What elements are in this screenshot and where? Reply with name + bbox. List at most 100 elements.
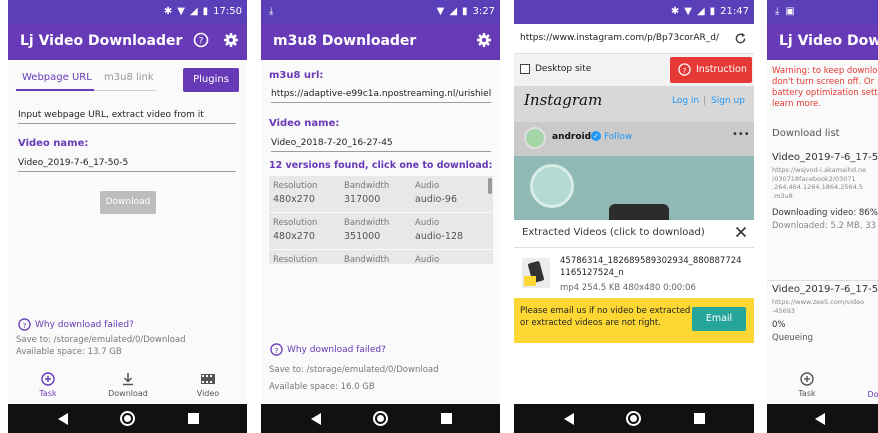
bottom-tab-video[interactable]: Video [190,372,226,398]
back-icon[interactable] [58,413,68,425]
status-bar: ✱ ▼ ◢ ▮ 21:47 [514,0,754,24]
video-name-input[interactable]: Video_2019-7-6_17-50-5 [18,158,236,172]
help-circle-icon: ? [270,343,283,356]
bandwidth-value: 317000 [344,194,381,205]
back-icon[interactable] [311,413,321,425]
bandwidth-value: 351000 [344,231,381,242]
instagram-logo: Instagram [524,91,603,109]
login-link[interactable]: Log in [672,96,699,106]
verified-badge-icon: ✓ [591,131,601,141]
film-icon [201,374,215,384]
bottom-tab-download[interactable]: Download [108,372,148,398]
webpage-url-input[interactable]: Input webpage URL, extract video from it [18,110,236,124]
bottom-tab-task[interactable]: Task [789,372,825,398]
video-name-label: Video name: [18,138,89,149]
recents-icon[interactable] [694,413,705,424]
tab-webpage-url[interactable]: Webpage URL [22,72,92,83]
app-bar: Lj Video Downloader ? [8,24,247,60]
battery-warning-text: Warning: to keep downlo don't turn scree… [772,66,878,109]
phone-screen-video-downloader: ✱ ▼ ◢ ▮ 17:50 Lj Video Downloader ? Webp… [8,0,247,433]
divider [767,280,878,281]
svg-text:?: ? [199,37,204,47]
refresh-icon[interactable] [734,32,747,45]
save-to-path: Save to: /storage/emulated/0/Download [269,365,439,375]
account-name[interactable]: android [552,132,591,142]
video-id-line1[interactable]: 45786314_182689589302934_880887724 [560,256,742,266]
table-scrollbar[interactable] [488,178,492,194]
signup-link[interactable]: Sign up [711,96,745,106]
system-navigation-bar [767,404,878,433]
m3u8-url-input[interactable]: https://adaptive-e99c1a.npostreaming.nl/… [271,89,491,103]
audio-header: Audio [415,181,440,191]
home-icon[interactable] [626,411,641,426]
email-button[interactable]: Email [692,307,746,331]
more-options-icon[interactable]: ••• [732,129,750,140]
url-text[interactable]: https://www.instagram.com/p/Bp73corAR_d/ [520,33,719,43]
resolution-value: 480x270 [273,194,315,205]
tab-m3u8-link[interactable]: m3u8 link [104,72,154,83]
phone-shape [609,204,669,220]
avatar[interactable] [524,127,546,149]
versions-found-text: 12 versions found, click one to download… [269,160,493,171]
system-navigation-bar [261,404,500,433]
bottom-tab-download-label: Download [108,389,148,398]
svg-text:?: ? [275,346,279,355]
battery-icon: ▮ [462,6,468,17]
bottom-tab-download-label: Do [867,390,878,399]
status-bar: ⤓ ▼ ◢ ▮ 3:27 [261,0,500,24]
settings-gear-icon[interactable] [476,32,492,48]
version-row[interactable]: Resolution 480x270 Bandwidth 351000 Audio a… [269,213,493,249]
audio-value: audio-128 [415,231,464,242]
add-circle-icon [800,372,814,386]
close-icon[interactable] [735,226,747,238]
bottom-tab-task[interactable]: Task [30,372,66,398]
video-thumbnail[interactable] [522,258,550,288]
download-button[interactable]: Download [100,191,156,214]
settings-gear-icon[interactable] [223,32,239,48]
download-item-status: Downloading video: 86% [772,208,878,218]
signal-icon: ◢ [449,6,458,17]
download-item-percent: 0% [772,320,786,330]
app-title: Lj Video Downloa [779,33,878,49]
download-item-name[interactable]: Video_2019-7-6_17-5 [772,152,878,163]
plugins-button[interactable]: Plugins [183,68,239,92]
bandwidth-header: Bandwidth [344,218,390,228]
signal-icon: ◢ [696,6,705,17]
svg-text:?: ? [23,321,27,330]
bottom-tab-download[interactable]: Do [863,390,878,399]
desktop-site-checkbox[interactable] [520,64,530,74]
phone-screen-m3u8-downloader: ⤓ ▼ ◢ ▮ 3:27 m3u8 Downloader m3u8 url: h… [261,0,500,433]
svg-text:?: ? [683,66,687,75]
why-download-failed-link[interactable]: Why download failed? [35,320,134,330]
phone-screen-download-list: ⤓ ▣ Lj Video Downloa Warning: to keep do… [767,0,878,433]
back-icon[interactable] [815,413,825,425]
video-name-label: Video name: [269,118,340,129]
status-time: 17:50 [213,6,242,17]
follow-link[interactable]: Follow [604,132,632,142]
version-row[interactable]: Resolution Bandwidth Audio [269,250,493,264]
recents-icon[interactable] [441,413,452,424]
help-icon[interactable]: ? [193,32,209,48]
version-row[interactable]: Resolution 480x270 Bandwidth 317000 Audio a… [269,176,493,212]
image-notification-icon: ▣ [785,6,795,17]
divider-pipe: | [703,96,707,106]
download-notification-icon: ⤓ [269,6,274,17]
home-icon[interactable] [373,411,388,426]
bluetooth-icon: ✱ [163,6,173,17]
video-id-line2[interactable]: 1165127524_n [560,268,624,278]
video-name-input[interactable]: Video_2018-7-20_16-27-45 [271,138,491,152]
video-meta: mp4 254.5 KB 480x480 0:00:06 [560,283,696,293]
instruction-button[interactable]: ? Instruction [670,57,752,83]
download-item-name[interactable]: Video_2019-7-6_17-5 [772,284,878,295]
why-download-failed-link[interactable]: Why download failed? [287,345,386,355]
divider [514,247,754,248]
help-circle-icon: ? [678,63,691,76]
back-icon[interactable] [564,413,574,425]
bluetooth-icon: ✱ [670,6,680,17]
save-to-path: Save to: /storage/emulated/0/Download [16,335,186,345]
recents-icon[interactable] [188,413,199,424]
home-icon[interactable] [120,411,135,426]
signal-icon: ◢ [189,6,198,17]
browser-url-bar: https://www.instagram.com/p/Bp73corAR_d/ [514,24,754,54]
download-item-downloaded: Downloaded: 5.2 MB, 33 [772,221,877,231]
